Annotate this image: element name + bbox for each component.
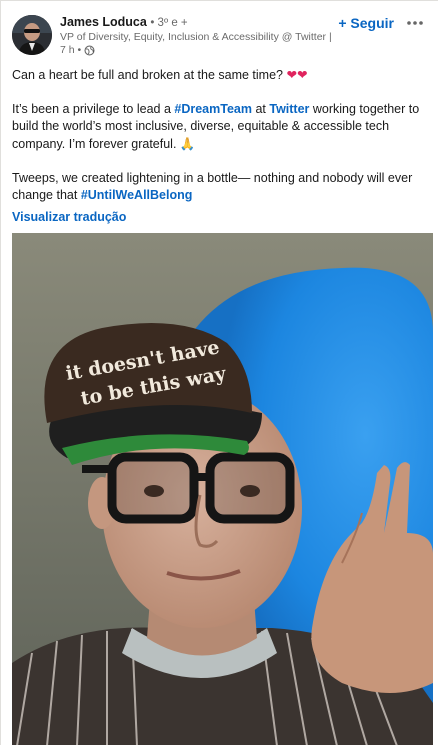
author-name-line: James Loduca • 3º e + bbox=[60, 15, 340, 31]
author-meta: James Loduca • 3º e + VP of Diversity, E… bbox=[60, 15, 340, 57]
connection-degree: • 3º e + bbox=[150, 17, 188, 29]
post-paragraph-3: Tweeps, we created lightening in a bottl… bbox=[12, 170, 427, 204]
author-avatar[interactable] bbox=[12, 15, 52, 55]
selfie-photo: it doesn't have to be this way bbox=[12, 233, 433, 745]
hashtag-dreamteam[interactable]: #DreamTeam bbox=[174, 102, 252, 116]
more-options-icon[interactable] bbox=[402, 13, 428, 33]
post-text-line-1: Can a heart be full and broken at the sa… bbox=[12, 68, 283, 82]
post-time: 7 h • bbox=[60, 44, 340, 57]
avatar-image bbox=[12, 15, 52, 55]
praying-hands-emoji: 🙏 bbox=[179, 136, 196, 151]
feed-post-card: James Loduca • 3º e + VP of Diversity, E… bbox=[0, 0, 438, 745]
hashtag-untilweallbelong[interactable]: #UntilWeAllBelong bbox=[81, 188, 193, 202]
post-text-segment: It’s been a privilege to lead a bbox=[12, 102, 175, 116]
post-paragraph-2: It’s been a privilege to lead a #DreamTe… bbox=[12, 101, 427, 153]
post-text: Can a heart be full and broken at the sa… bbox=[12, 66, 427, 221]
post-header: James Loduca • 3º e + VP of Diversity, E… bbox=[12, 13, 430, 57]
author-headline: VP of Diversity, Equity, Inclusion & Acc… bbox=[60, 31, 335, 43]
mention-twitter[interactable]: Twitter bbox=[269, 102, 309, 116]
author-name[interactable]: James Loduca bbox=[60, 15, 147, 29]
heart-emoji: ❤❤ bbox=[286, 67, 308, 82]
post-paragraph-1: Can a heart be full and broken at the sa… bbox=[12, 66, 427, 84]
post-text-segment: at bbox=[251, 102, 270, 116]
post-text-segment: Tweeps, we created lightening in a bottl… bbox=[12, 171, 413, 202]
globe-icon bbox=[84, 45, 95, 56]
post-time-text: 7 h • bbox=[60, 44, 82, 56]
post-image[interactable]: it doesn't have to be this way bbox=[12, 233, 433, 745]
follow-button[interactable]: + Seguir bbox=[338, 13, 394, 33]
see-translation-link[interactable]: Visualizar tradução bbox=[12, 209, 126, 225]
